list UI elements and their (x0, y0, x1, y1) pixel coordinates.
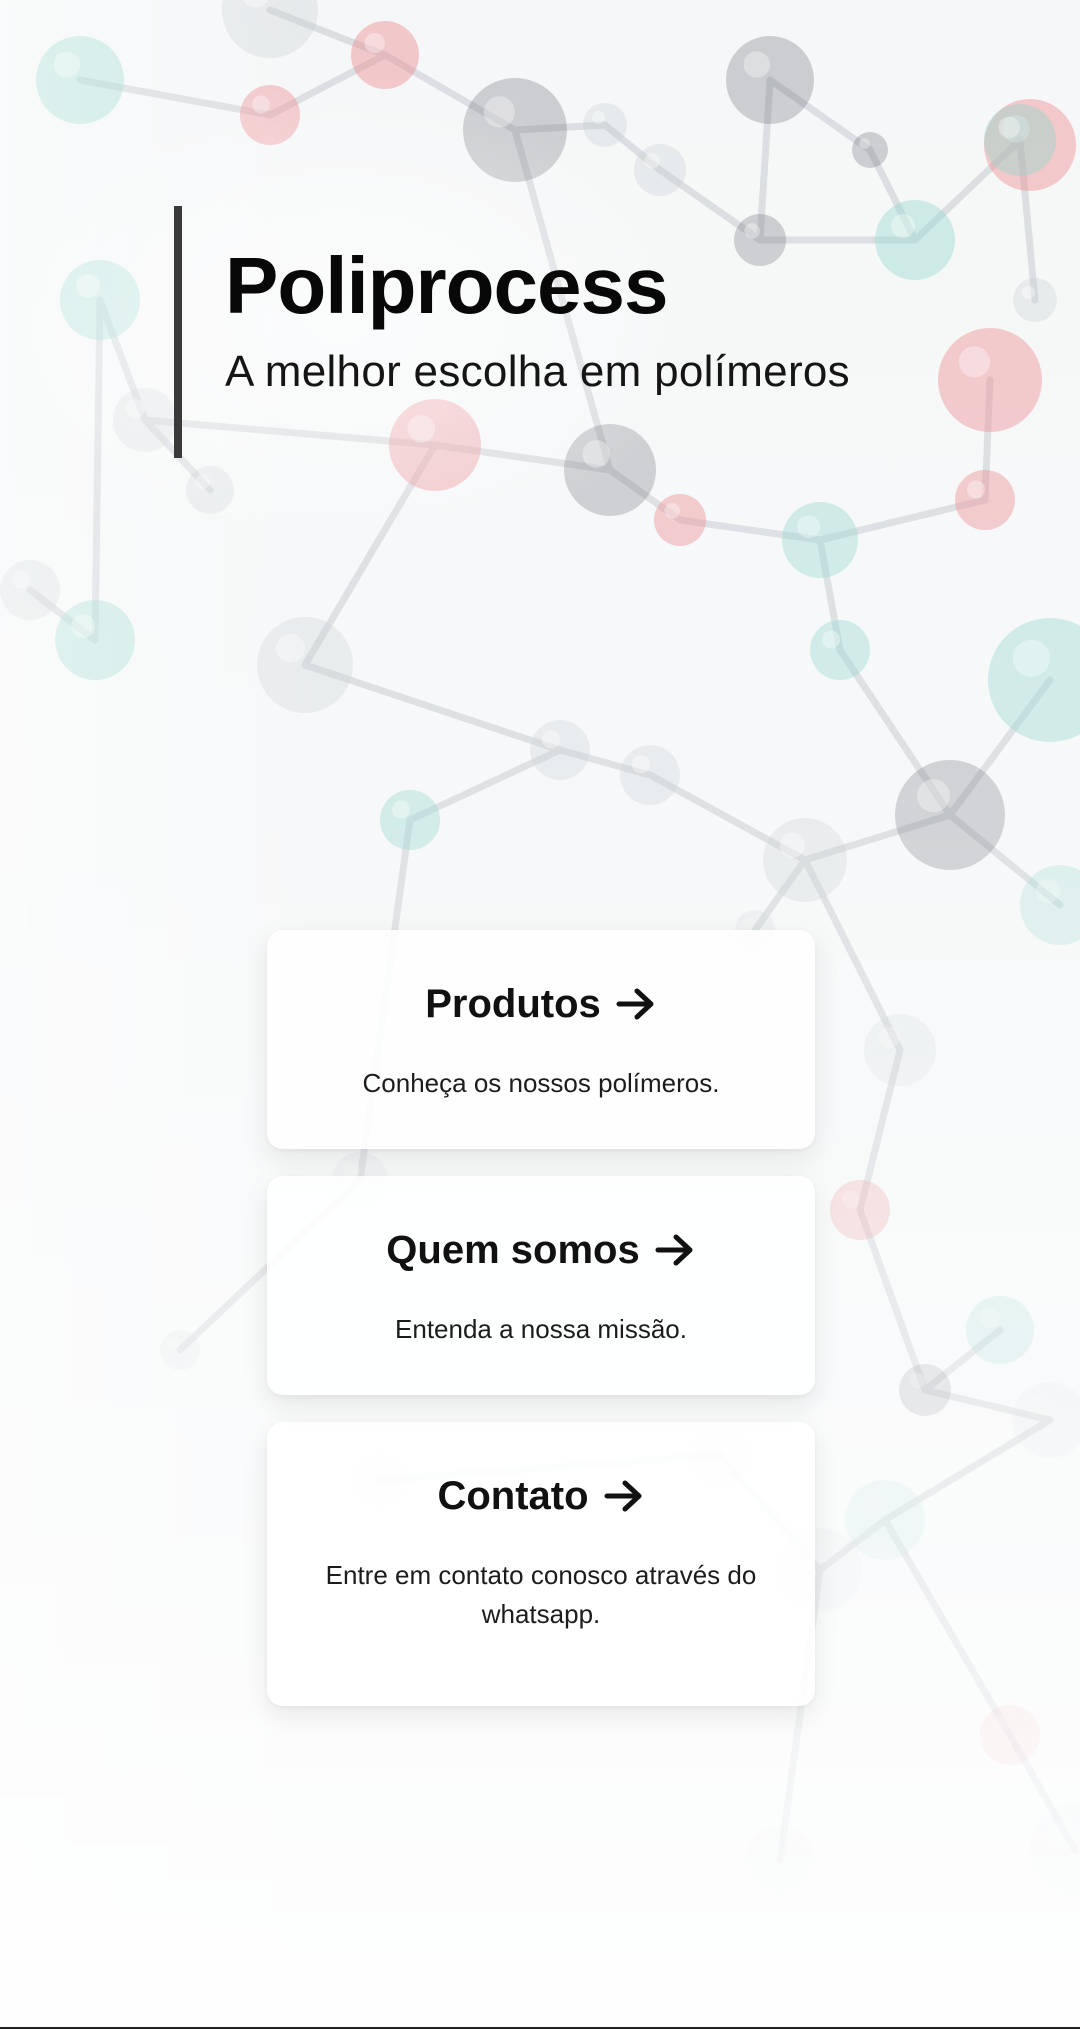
products-card[interactable]: Produtos Conheça os nossos polímeros. (267, 930, 815, 1149)
page-subtitle: A melhor escolha em polímeros (225, 347, 850, 396)
contact-card-description: Entre em contato conosco através do what… (325, 1560, 757, 1629)
page-title: Poliprocess (225, 241, 669, 330)
arrow-right-icon (604, 1480, 642, 1512)
contact-card-heading: Contato (437, 1476, 644, 1516)
hero-header: Poliprocess A melhor escolha em polímero… (174, 206, 874, 458)
about-card[interactable]: Quem somos Entenda a nossa missão. (267, 1176, 815, 1395)
about-card-heading: Quem somos (386, 1230, 695, 1270)
arrow-right-icon (655, 1234, 693, 1266)
contact-card-title: Contato (437, 1474, 589, 1518)
about-card-description: Entenda a nossa missão. (395, 1314, 687, 1344)
products-card-heading: Produtos (425, 984, 657, 1024)
arrow-right-icon (616, 988, 654, 1020)
navigation-cards: Produtos Conheça os nossos polímeros. Qu… (267, 930, 815, 1733)
about-card-title: Quem somos (386, 1228, 640, 1272)
products-card-description: Conheça os nossos polímeros. (362, 1068, 720, 1098)
contact-card[interactable]: Contato Entre em contato conosco através… (267, 1422, 815, 1706)
products-card-title: Produtos (425, 982, 601, 1026)
